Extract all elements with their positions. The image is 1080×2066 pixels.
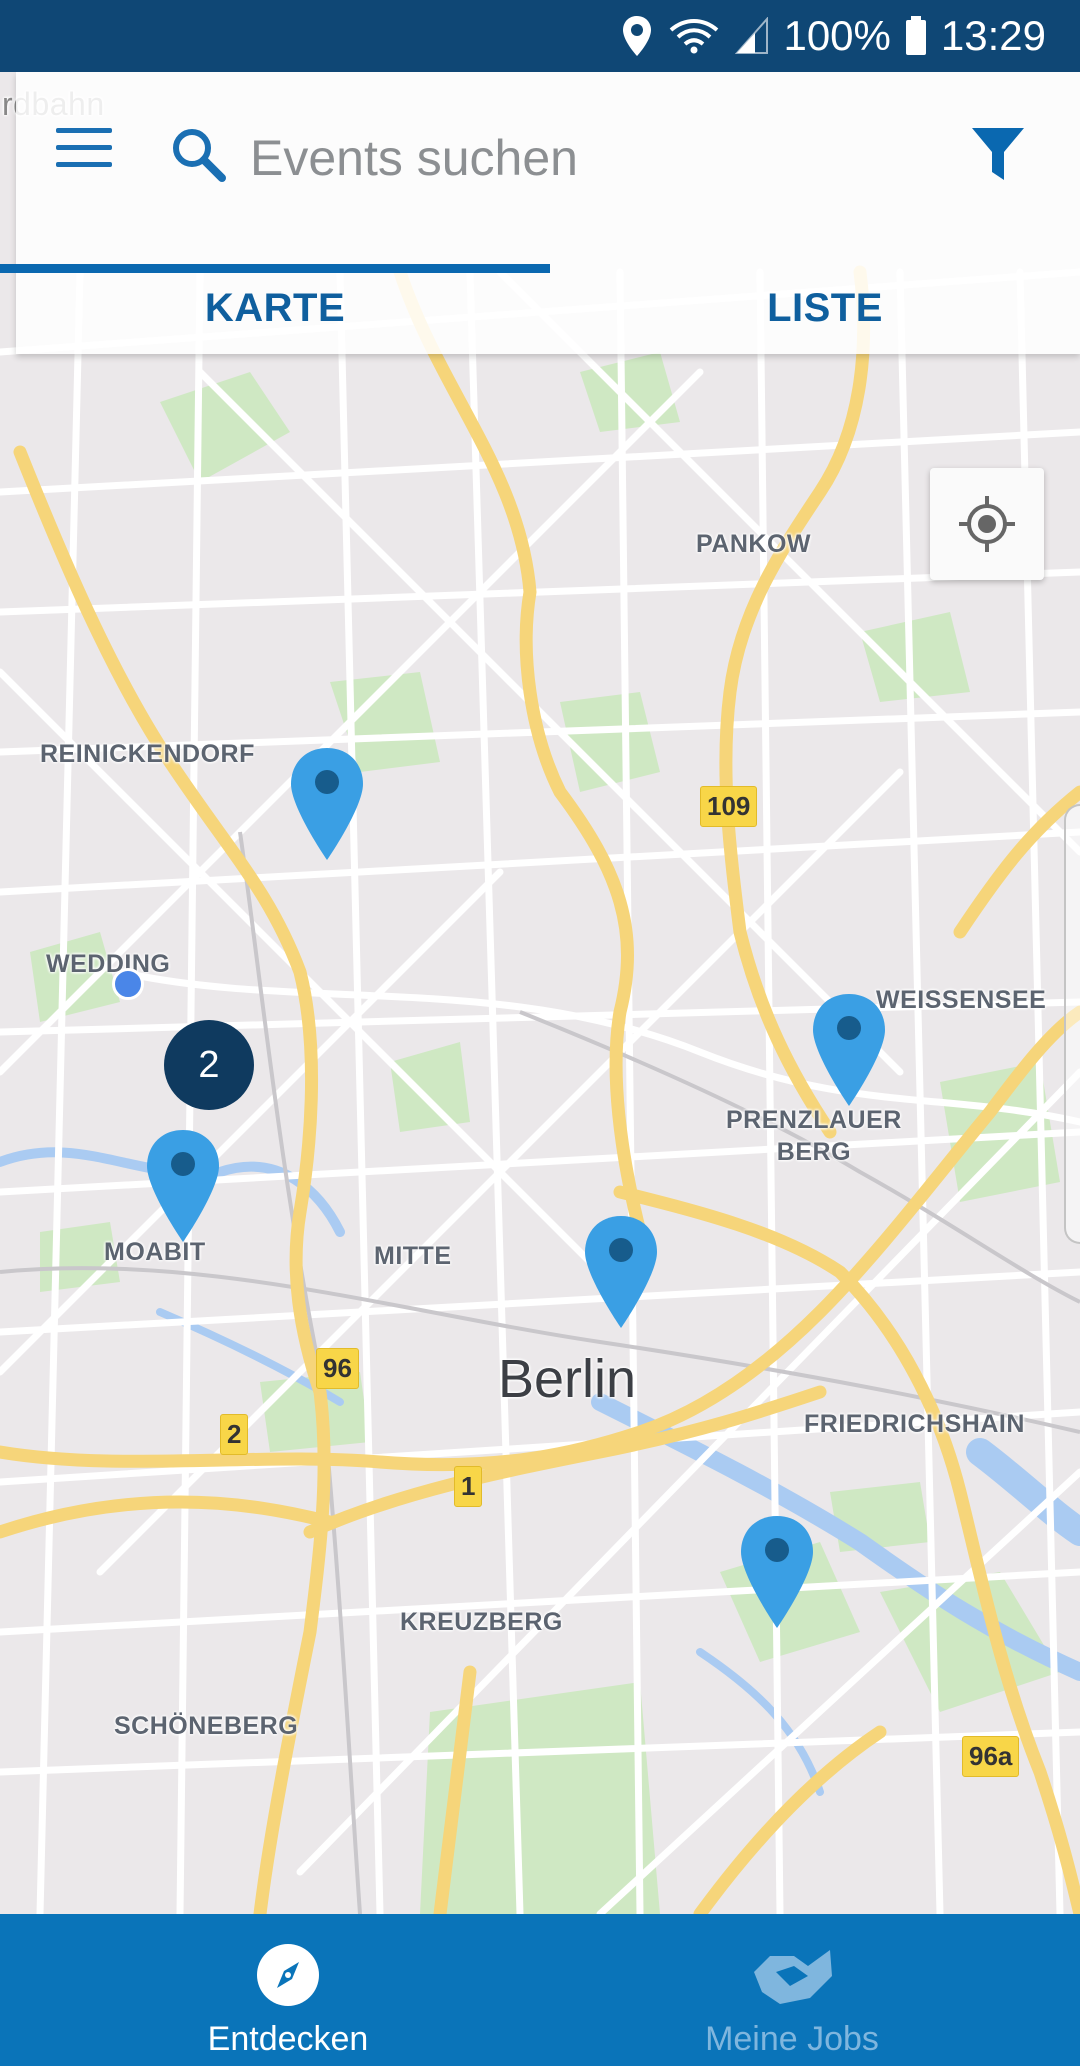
search-icon (173, 129, 226, 182)
filter-icon[interactable] (970, 124, 1026, 186)
map-label-weissensee: WEISSENSEE (876, 986, 1047, 1014)
route-badge-96a: 96a (962, 1736, 1020, 1777)
clock: 13:29 (940, 12, 1046, 59)
location-icon (621, 14, 653, 58)
event-pin[interactable] (809, 990, 889, 1110)
wifi-icon (667, 16, 721, 56)
handshake-icon (754, 1950, 832, 2004)
nav-meine-jobs[interactable]: Meine Jobs (522, 1914, 1062, 2066)
menu-icon[interactable] (56, 128, 112, 178)
side-drawer-handle[interactable] (1064, 804, 1080, 1244)
map-label-pankow: PANKOW (696, 530, 812, 558)
signal-icon (735, 17, 769, 55)
status-bar: 100% 13:29 (0, 0, 1080, 72)
tab-karte[interactable]: KARTE (0, 262, 550, 354)
user-location-dot (112, 968, 144, 1000)
search-input[interactable] (250, 128, 930, 188)
map-label-wedding: WEDDING (46, 950, 171, 978)
route-badge-96: 96 (316, 1348, 359, 1389)
battery-icon (905, 16, 927, 56)
route-badge-109: 109 (700, 786, 758, 827)
event-pin[interactable] (143, 1126, 223, 1246)
my-location-button[interactable] (930, 468, 1044, 580)
event-pin[interactable] (287, 744, 367, 864)
bottom-navigation: Entdecken Meine Jobs (0, 1914, 1080, 2066)
search-header: KARTE LISTE (16, 72, 1080, 354)
map-label-friedrichshain: FRIEDRICHSHAIN (804, 1410, 1025, 1438)
map-label-kreuzberg: KREUZBERG (400, 1608, 563, 1636)
compass-icon (257, 1944, 319, 2006)
cluster-marker[interactable]: 2 (164, 1020, 254, 1110)
map-label-berlin: Berlin (498, 1349, 637, 1409)
crosshair-icon (959, 496, 1015, 552)
map-label-mitte: MITTE (374, 1242, 452, 1270)
nav-label-meine-jobs: Meine Jobs (705, 2020, 879, 2058)
map-label-schoeneberg: SCHÖNEBERG (114, 1712, 299, 1740)
map-label-reinickendorf: REINICKENDORF (40, 740, 255, 768)
tab-liste[interactable]: LISTE (550, 262, 1080, 354)
map-label-prenzlauer-berg: PRENZLAUER BERG (726, 1106, 902, 1166)
battery-percent: 100% (783, 12, 891, 59)
event-pin[interactable] (581, 1212, 661, 1332)
nav-entdecken[interactable]: Entdecken (18, 1914, 558, 2066)
route-badge-1: 1 (454, 1466, 483, 1507)
route-badge-2: 2 (220, 1414, 249, 1455)
nav-label-entdecken: Entdecken (207, 2020, 369, 2058)
active-tab-indicator (0, 264, 550, 273)
tab-bar: KARTE LISTE (0, 262, 1080, 354)
event-pin[interactable] (737, 1512, 817, 1632)
